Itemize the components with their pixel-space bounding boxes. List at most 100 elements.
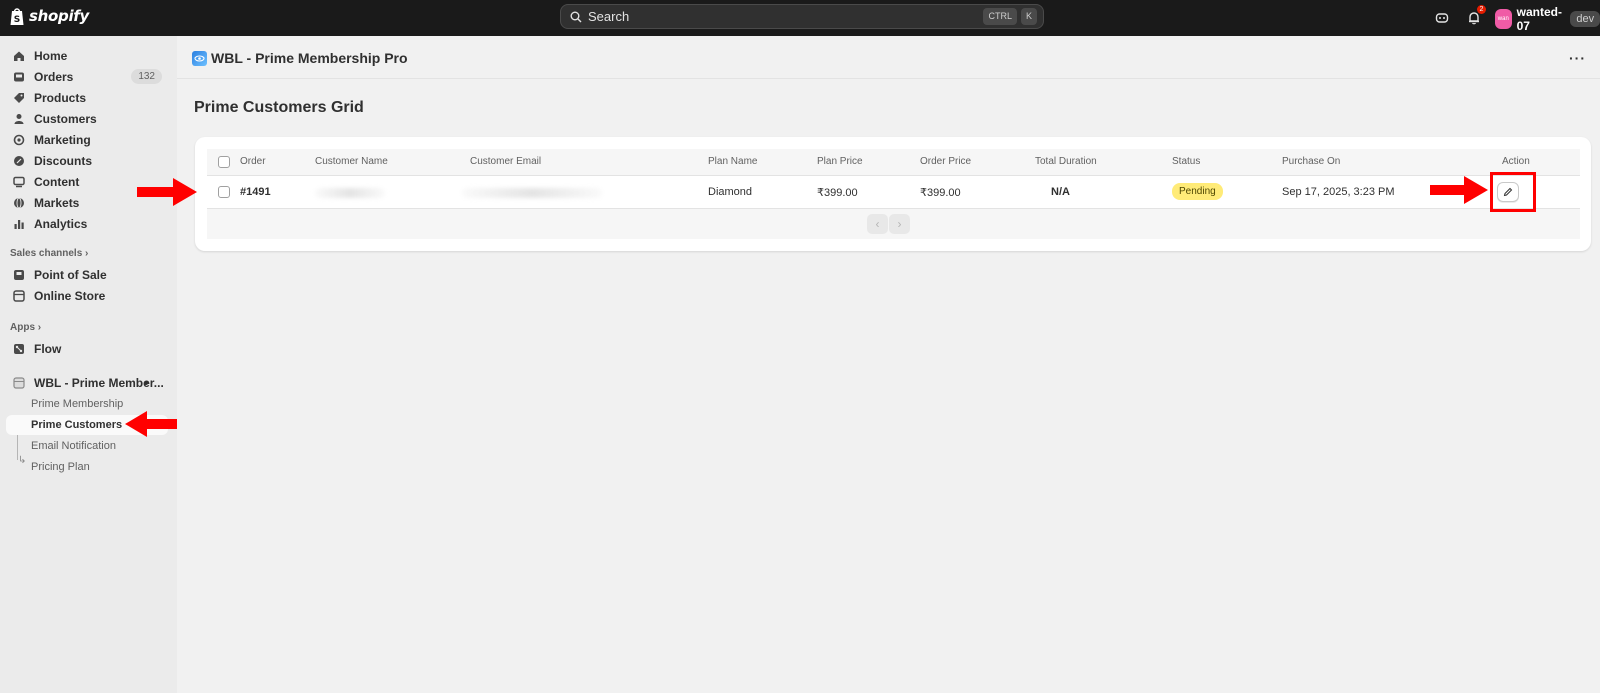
order-number[interactable]: #1491: [240, 186, 271, 198]
flow-icon: [12, 343, 25, 356]
search-placeholder: Search: [588, 9, 630, 24]
target-icon: [12, 134, 25, 147]
header-divider: [177, 78, 1600, 79]
column-header-order[interactable]: Order: [240, 156, 266, 167]
sidebar-item-label: Markets: [34, 196, 80, 210]
table-header: Order Customer Name Customer Email Plan …: [207, 149, 1580, 176]
tag-icon: [12, 92, 25, 105]
purchase-date: Sep 17, 2025, 3:23 PM: [1282, 186, 1395, 198]
shopify-logo[interactable]: S shopify: [9, 6, 89, 26]
apps-label: Apps: [10, 322, 35, 333]
sidebar-item-label: Analytics: [34, 217, 88, 231]
column-header-customer-name[interactable]: Customer Name: [315, 156, 388, 167]
customers-grid-card: Order Customer Name Customer Email Plan …: [195, 137, 1591, 251]
sidebar-item-products[interactable]: Products: [6, 88, 168, 108]
orders-count-badge: 132: [131, 69, 162, 84]
top-bar: S shopify Search CTRL K 2 wan wanted-07 …: [0, 0, 1600, 36]
person-icon: [12, 113, 25, 126]
search-icon: [570, 11, 582, 22]
more-actions-button[interactable]: ···: [1569, 50, 1586, 66]
sidebar-subitem-label: Email Notification: [31, 440, 116, 452]
app-title-bar: WBL - Prime Membership Pro: [192, 50, 408, 66]
sidebar-item-label: Point of Sale: [34, 268, 107, 282]
sidebar-item-customers[interactable]: Customers: [6, 109, 168, 129]
bar-chart-icon: [12, 218, 25, 231]
pos-icon: [12, 269, 25, 282]
sidebar-item-label: Content: [34, 175, 80, 189]
select-all-checkbox[interactable]: [218, 156, 230, 168]
column-header-order-price[interactable]: Order Price: [920, 156, 971, 167]
annotation-arrow-row: [137, 178, 197, 206]
total-duration: N/A: [1051, 186, 1070, 198]
shopify-wordmark: shopify: [29, 7, 89, 25]
chevron-right-icon: ›: [37, 322, 42, 333]
page-title: Prime Customers Grid: [194, 99, 364, 116]
store-avatar: wan: [1495, 9, 1512, 29]
column-header-plan-name[interactable]: Plan Name: [708, 156, 757, 167]
column-header-total-duration[interactable]: Total Duration: [1035, 156, 1097, 167]
customer-name-redacted: [315, 188, 385, 198]
sidebar-item-label: Flow: [34, 342, 62, 356]
column-header-status[interactable]: Status: [1172, 156, 1200, 167]
sales-channels-label: Sales channels: [10, 248, 83, 259]
previous-page-button[interactable]: ‹: [867, 214, 888, 234]
shortcut-key-ctrl: CTRL: [983, 8, 1017, 25]
account-menu[interactable]: wan wanted-07 dev: [1495, 5, 1600, 33]
annotation-arrow-edit: [1430, 176, 1488, 204]
sidebar-subitem-label: Prime Membership: [31, 398, 124, 410]
sidebar-subitem-label: Prime Customers: [31, 419, 123, 431]
shopify-bag-icon: S: [10, 8, 24, 25]
shortcut-key-k: K: [1020, 8, 1037, 25]
notifications-button[interactable]: 2: [1464, 5, 1486, 28]
sidebar-item-label: Orders: [34, 70, 74, 84]
svg-text:S: S: [14, 15, 20, 25]
sidekick-button[interactable]: [1432, 8, 1452, 28]
sidebar-item-home[interactable]: Home: [6, 46, 168, 66]
sidebar-item-label: Products: [34, 91, 87, 105]
sidebar-subitem-pricing-plan[interactable]: Pricing Plan: [6, 457, 168, 477]
home-icon: [12, 50, 25, 63]
next-page-button[interactable]: ›: [889, 214, 910, 234]
sidebar-item-orders[interactable]: Orders 132: [6, 67, 168, 87]
table-footer: ‹ ›: [207, 209, 1580, 239]
table-row[interactable]: #1491 Diamond ₹399.00 ₹399.00 N/A Pendin…: [207, 176, 1580, 209]
sidebar-item-label: Home: [34, 49, 68, 63]
sidekick-icon: [1435, 13, 1449, 23]
store-name: wanted-07: [1516, 5, 1562, 33]
sidebar-item-flow[interactable]: Flow: [6, 339, 168, 359]
sidebar-item-online-store[interactable]: Online Store: [6, 286, 168, 306]
sidebar-subitem-label: Pricing Plan: [31, 461, 90, 473]
column-header-plan-price[interactable]: Plan Price: [817, 156, 863, 167]
app-logo-icon: [192, 50, 207, 66]
pagination: ‹ ›: [867, 214, 910, 234]
plan-name: Diamond: [708, 186, 753, 198]
plan-price: ₹399.00: [817, 187, 858, 199]
sidebar-item-label: Discounts: [34, 154, 93, 168]
pin-dot-icon: [144, 381, 148, 385]
sidebar-item-analytics[interactable]: Analytics: [6, 214, 168, 234]
column-header-action: Action: [1502, 156, 1530, 167]
sidebar-item-wbl-app[interactable]: WBL - Prime Member...: [6, 373, 168, 393]
sales-channels-heading[interactable]: Sales channels ›: [10, 248, 88, 259]
sidebar-item-marketing[interactable]: Marketing: [6, 130, 168, 150]
search-shortcut: CTRL K: [983, 8, 1037, 25]
content-icon: [12, 176, 25, 189]
annotation-highlight-box: [1490, 172, 1536, 212]
sidebar-item-label: Customers: [34, 112, 97, 126]
globe-icon: [12, 197, 25, 210]
app-title: WBL - Prime Membership Pro: [211, 50, 408, 66]
column-header-purchase-on[interactable]: Purchase On: [1282, 156, 1340, 167]
sidebar-item-discounts[interactable]: Discounts: [6, 151, 168, 171]
status-badge: Pending: [1172, 183, 1223, 200]
apps-heading[interactable]: Apps ›: [10, 322, 41, 333]
search-bar[interactable]: Search CTRL K: [560, 4, 1044, 29]
sidebar-subitem-email-notification[interactable]: Email Notification: [6, 436, 168, 456]
sidebar-item-point-of-sale[interactable]: Point of Sale: [6, 265, 168, 285]
order-price: ₹399.00: [920, 187, 961, 199]
sidebar-item-label: Online Store: [34, 289, 106, 303]
notification-count-badge: 2: [1477, 5, 1486, 14]
row-checkbox[interactable]: [218, 186, 230, 198]
column-header-customer-email[interactable]: Customer Email: [470, 156, 541, 167]
chevron-right-icon: ›: [85, 248, 89, 259]
sidebar-item-label: Marketing: [34, 133, 91, 147]
